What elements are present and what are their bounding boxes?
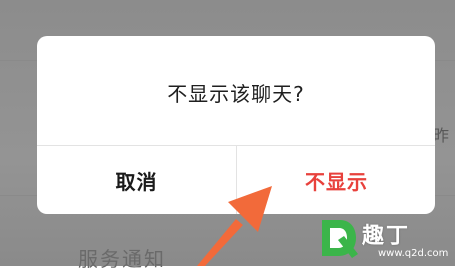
q2d-logo-icon [322, 220, 358, 258]
hide-chat-button[interactable]: 不显示 [237, 146, 435, 214]
background-chat-timestamp-fragment: 昨 [432, 126, 449, 145]
watermark-url: www.q2d.com [378, 248, 449, 259]
dialog-message: 不显示该聊天? [167, 82, 305, 106]
background-chat-name-fragment: 服务通知 [78, 247, 166, 271]
cancel-button[interactable]: 取消 [37, 146, 236, 214]
watermark: 趣丁 www.q2d.com [318, 214, 455, 266]
watermark-title: 趣丁 [362, 224, 411, 249]
confirm-dialog: 不显示该聊天? 取消 不显示 [37, 36, 435, 214]
